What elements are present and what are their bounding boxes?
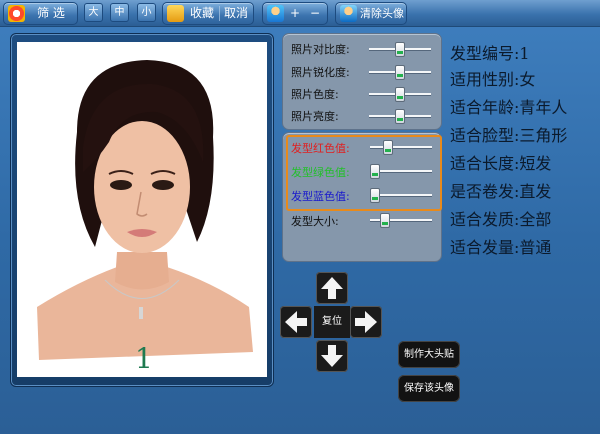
info-gender: 适用性别:女: [450, 70, 536, 89]
photo-adjust-panel: 照片对比度: 照片锐化度: 照片色度: 照片亮度:: [282, 33, 442, 130]
info-hair-volume: 适合发量:普通: [450, 238, 552, 257]
size-large-button[interactable]: 大: [84, 3, 103, 22]
hair-size-label: 发型大小:: [291, 215, 339, 228]
move-up-button[interactable]: [316, 272, 348, 304]
zoom-group: + −: [262, 2, 328, 25]
info-length: 适合长度:短发: [450, 154, 552, 173]
clear-avatar-button[interactable]: 清除头像: [335, 2, 407, 25]
size-small-button[interactable]: 小: [137, 3, 156, 22]
favorite-button[interactable]: 收藏: [187, 3, 217, 24]
filter-label: 筛 选: [37, 6, 65, 20]
hue-label: 照片色度:: [291, 88, 339, 101]
arrow-down-icon: [321, 345, 343, 367]
info-curl: 是否卷发:直发: [450, 182, 552, 201]
filter-button[interactable]: 筛 选: [3, 2, 78, 25]
user-icon: [267, 5, 284, 22]
info-face-shape: 适合脸型:三角形: [450, 126, 568, 145]
cancel-button[interactable]: 取消: [221, 3, 251, 24]
favorite-group: 收藏 取消: [162, 2, 254, 25]
hair-blue-label: 发型蓝色值:: [291, 190, 350, 203]
info-age: 适合年龄:青年人: [450, 98, 568, 117]
contrast-slider[interactable]: [369, 41, 431, 57]
portrait-photo[interactable]: 1: [17, 42, 267, 377]
hair-red-slider[interactable]: [370, 139, 432, 155]
toolbar: 筛 选 大 中 小 收藏 取消 + − 清除头像: [0, 0, 600, 27]
sharpness-label: 照片锐化度:: [291, 66, 350, 79]
toolbar-divider: [219, 6, 220, 21]
photo-number: 1: [135, 342, 153, 375]
zoom-in-button[interactable]: +: [287, 3, 303, 24]
hair-green-label: 发型绿色值:: [291, 166, 350, 179]
contrast-label: 照片对比度:: [291, 43, 350, 56]
info-hair-quality: 适合发质:全部: [450, 210, 552, 229]
sharpness-slider[interactable]: [369, 64, 431, 80]
save-avatar-button[interactable]: 保存该头像: [398, 375, 460, 402]
hair-red-label: 发型红色值:: [291, 142, 350, 155]
arrow-left-icon: [285, 311, 307, 333]
size-medium-button[interactable]: 中: [110, 3, 129, 22]
hair-green-slider[interactable]: [370, 163, 432, 179]
hair-size-slider[interactable]: [370, 212, 432, 228]
make-sticker-button[interactable]: 制作大头贴: [398, 341, 460, 368]
app-logo-icon: [8, 5, 25, 22]
info-hair-number: 发型编号:1: [450, 44, 530, 63]
reset-button[interactable]: 复位: [314, 306, 350, 338]
brightness-label: 照片亮度:: [291, 110, 339, 123]
arrow-right-icon: [355, 311, 377, 333]
hair-blue-slider[interactable]: [370, 187, 432, 203]
user-clear-icon: [340, 5, 357, 22]
portrait-image: [37, 60, 253, 360]
move-left-button[interactable]: [280, 306, 312, 338]
brightness-slider[interactable]: [369, 108, 431, 124]
hue-slider[interactable]: [369, 86, 431, 102]
arrow-up-icon: [321, 277, 343, 299]
move-right-button[interactable]: [350, 306, 382, 338]
folder-icon: [167, 5, 184, 22]
zoom-out-button[interactable]: −: [307, 3, 323, 24]
move-down-button[interactable]: [316, 340, 348, 372]
clear-avatar-label: 清除头像: [360, 7, 404, 20]
